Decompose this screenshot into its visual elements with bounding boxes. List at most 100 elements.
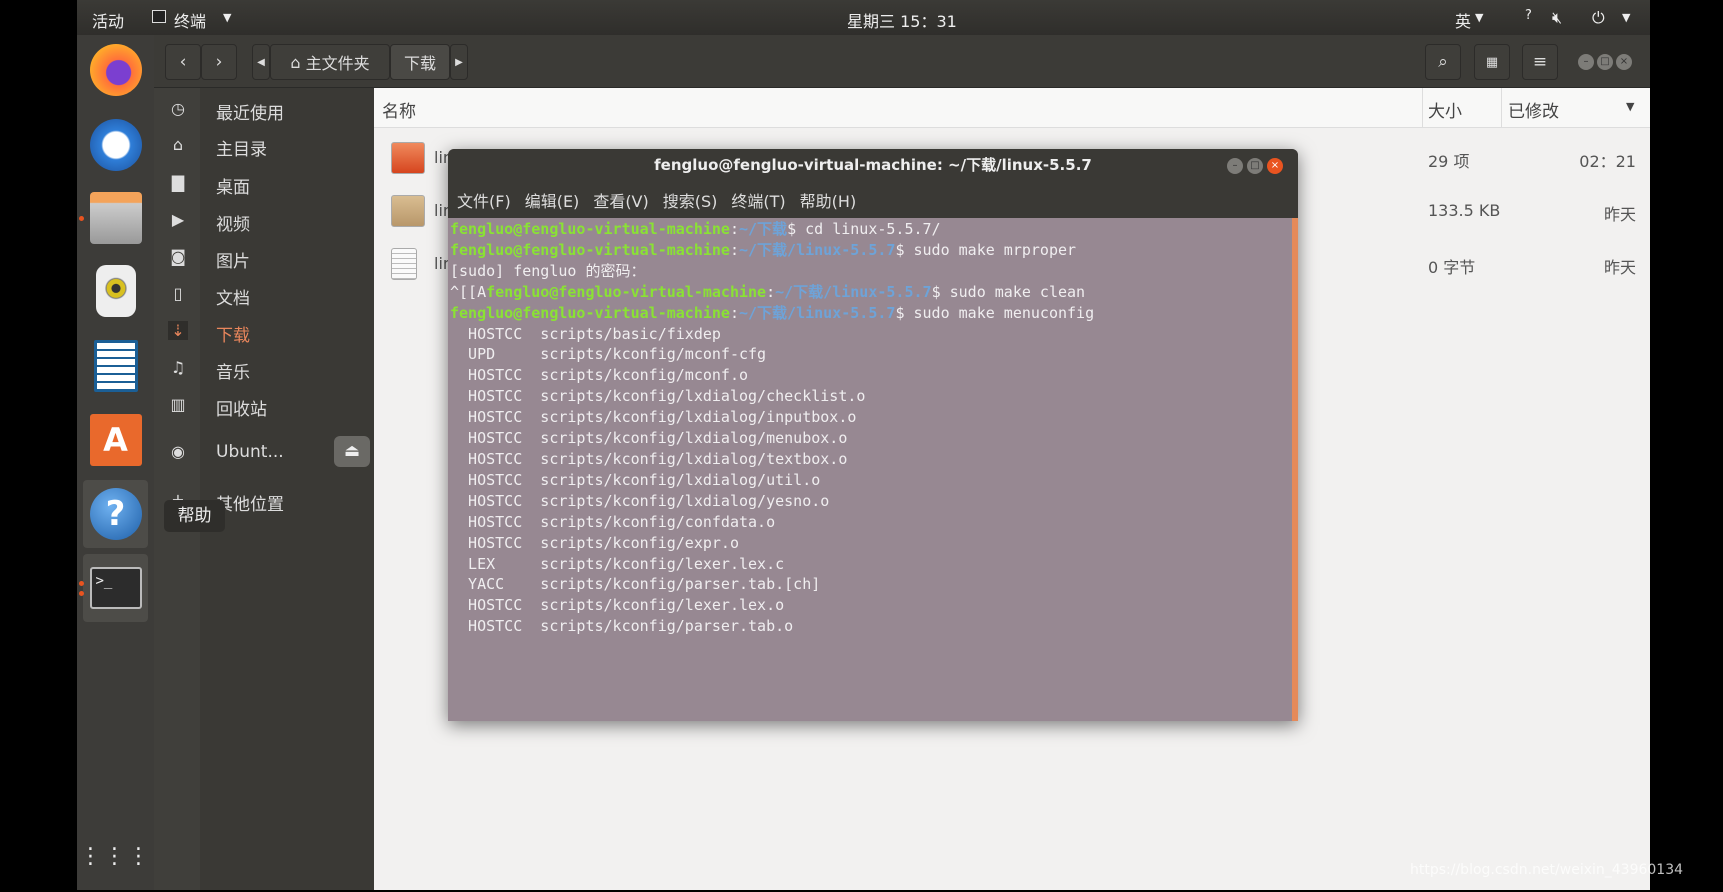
breadcrumb-downloads[interactable]: 下载 — [390, 44, 450, 80]
sidebar-item-camera[interactable]: ◙ 图片 — [154, 240, 374, 276]
terminal-line: [sudo] fengluo 的密码： — [450, 261, 646, 280]
escape-seq: ^[[A — [450, 282, 487, 301]
command: $ sudo make clean — [931, 282, 1086, 301]
volume-muted-icon[interactable]: 🔇︎ — [1552, 8, 1562, 28]
terminal-menu-item[interactable]: 文件(F) — [457, 192, 511, 211]
command: $ cd linux-5.5.7/ — [787, 220, 941, 238]
dock-terminal[interactable]: >_ — [83, 554, 148, 622]
running-indicator — [79, 216, 84, 221]
terminal-menu-item[interactable]: 搜索(S) — [663, 192, 718, 211]
terminal-line: UPD scripts/kconfig/mconf-cfg — [450, 345, 767, 364]
running-indicator — [79, 581, 84, 586]
terminal-title: fengluo@fengluo-virtual-machine: ~/下载/li… — [448, 149, 1298, 182]
sidebar-item-label: 图片 — [216, 252, 250, 272]
terminal-menu-item[interactable]: 终端(T) — [731, 192, 785, 211]
dock-thunderbird[interactable] — [83, 111, 148, 179]
sort-chevron-icon[interactable]: ▼ — [1626, 100, 1634, 113]
terminal-line: HOSTCC scripts/basic/fixdep — [450, 324, 721, 343]
dock-rhythmbox[interactable] — [83, 257, 148, 325]
thunderbird-icon — [89, 119, 142, 171]
back-button[interactable]: ‹ — [165, 44, 201, 80]
terminal-menu-item[interactable]: 帮助(H) — [800, 192, 857, 211]
sidebar-item-clock[interactable]: ◷ 最近使用 — [154, 92, 374, 128]
menu-button[interactable]: ≡ — [1522, 44, 1558, 80]
terminal-line: HOSTCC scripts/kconfig/lxdialog/textbox.… — [450, 449, 848, 468]
grid-icon: ▦ — [1485, 54, 1499, 70]
grid-icon: ⋮⋮⋮ — [79, 844, 152, 869]
terminal-scrollbar[interactable] — [1292, 218, 1298, 721]
prompt-path: ~/下载/linux-5.5.7 — [739, 303, 896, 322]
terminal-window[interactable]: fengluo@fengluo-virtual-machine: ~/下载/li… — [448, 149, 1298, 721]
close-button[interactable]: × — [1616, 54, 1632, 70]
terminal-line: HOSTCC scripts/kconfig/lexer.lex.o — [450, 596, 785, 615]
clock-icon: ◷ — [171, 99, 185, 118]
sidebar-item-video[interactable]: ▶ 视频 — [154, 203, 374, 239]
dock-firefox[interactable] — [83, 36, 148, 104]
breadcrumb-scroll-left[interactable]: ◀ — [252, 44, 270, 80]
breadcrumb-home[interactable]: ⌂ 主文件夹 — [270, 44, 390, 80]
app-menu[interactable]: 终端 — [174, 8, 206, 32]
power-icon[interactable]: ⏻ — [1592, 8, 1605, 28]
sidebar-item-label: 音乐 — [216, 363, 250, 383]
prompt-path: ~/下载/linux-5.5.7 — [739, 240, 896, 259]
disc-icon: ◉ — [171, 442, 185, 461]
column-name[interactable]: 名称 — [382, 97, 416, 122]
breadcrumb-scroll-right[interactable]: ▶ — [450, 44, 468, 80]
prompt-user: fengluo@fengluo-virtual-machine — [486, 282, 767, 301]
chevron-down-icon: ▼ — [1622, 11, 1631, 24]
column-modified[interactable]: 已修改 — [1508, 97, 1559, 122]
search-button[interactable]: ⌕ — [1425, 44, 1461, 80]
sidebar-item-music[interactable]: ♫ 音乐 — [154, 351, 374, 387]
sidebar-item-document[interactable]: ▯ 文档 — [154, 277, 374, 313]
software-bag-icon: A — [89, 414, 142, 466]
terminal-menu-item[interactable]: 查看(V) — [593, 192, 648, 211]
terminal-line: HOSTCC scripts/kconfig/parser.tab.o — [450, 617, 794, 636]
dock-software[interactable]: A — [83, 406, 148, 474]
dock-files[interactable] — [83, 184, 148, 252]
terminal-close-button[interactable]: × — [1267, 158, 1283, 174]
prompt-user: fengluo@fengluo-virtual-machine — [450, 220, 730, 238]
terminal-maximize-button[interactable]: □ — [1247, 158, 1263, 174]
forward-button[interactable]: › — [201, 44, 237, 80]
top-bar: 活动 终端 ▼ 星期三 15：31 英 ▼ ? 🔇︎ ⏻ ▼ — [77, 0, 1650, 35]
clock[interactable]: 星期三 15：31 — [847, 8, 957, 32]
sidebar-item-download[interactable]: ⇣ 下载 — [154, 314, 374, 350]
terminal-line: fengluo@fengluo-virtual-machine:~/下载$ cd… — [450, 220, 941, 238]
folder-icon: ▇ — [171, 173, 185, 192]
dock-help[interactable]: ? — [83, 480, 148, 548]
view-toggle-button[interactable]: ▦ — [1474, 44, 1510, 80]
prompt-path: ~/下载 — [739, 220, 788, 238]
chevron-right-icon: › — [215, 52, 223, 72]
dock: A ? >_ ⋮⋮⋮ — [77, 35, 154, 890]
sidebar-item-label: 文档 — [216, 289, 250, 309]
watermark: https://blog.csdn.net/weixin_43960134 — [1410, 862, 1684, 878]
running-indicator — [79, 591, 84, 596]
eject-button[interactable]: ⏏ — [334, 436, 370, 467]
sidebar-item-home[interactable]: ⌂ 主目录 — [154, 128, 374, 164]
document-icon: ▯ — [173, 284, 183, 303]
speaker-icon — [95, 265, 136, 317]
terminal-menubar: 文件(F) 编辑(E) 查看(V) 搜索(S) 终端(T) 帮助(H) — [448, 182, 1298, 218]
terminal-menu-item[interactable]: 编辑(E) — [525, 192, 580, 211]
camera-icon: ◙ — [170, 247, 186, 266]
dock-writer[interactable] — [83, 332, 148, 400]
terminal-minimize-button[interactable]: – — [1227, 158, 1243, 174]
sidebar-item-label: 下载 — [216, 326, 250, 346]
input-method-menu[interactable]: 英 — [1455, 8, 1471, 32]
terminal-output[interactable]: fengluo@fengluo-virtual-machine:~/下载$ cd… — [450, 218, 1292, 721]
sidebar-item-label: 视频 — [216, 215, 250, 235]
minimize-button[interactable]: – — [1578, 54, 1594, 70]
places-sidebar: ◷ 最近使用 ⌂ 主目录 ▇ 桌面 ▶ 视频 ◙ 图片 ▯ 文档 ⇣ 下载 ♫ 音乐 ▥ 回收站 ◉ Ubunt...… — [154, 88, 374, 890]
terminal-icon: >_ — [89, 567, 142, 609]
network-icon[interactable]: ? — [1525, 8, 1532, 23]
show-applications-button[interactable]: ⋮⋮⋮ — [80, 823, 150, 891]
terminal-line: fengluo@fengluo-virtual-machine:~/下载/lin… — [450, 240, 1077, 259]
sidebar-item-folder[interactable]: ▇ 桌面 — [154, 166, 374, 202]
maximize-button[interactable]: □ — [1597, 54, 1613, 70]
prompt-path: ~/下载/linux-5.5.7 — [775, 282, 932, 301]
terminal-line: HOSTCC scripts/kconfig/mconf.o — [450, 366, 749, 385]
sidebar-item-trash[interactable]: ▥ 回收站 — [154, 388, 374, 424]
column-size[interactable]: 大小 — [1428, 97, 1462, 122]
activities-button[interactable]: 活动 — [92, 8, 124, 32]
file-size: 29 项 — [1428, 152, 1470, 171]
